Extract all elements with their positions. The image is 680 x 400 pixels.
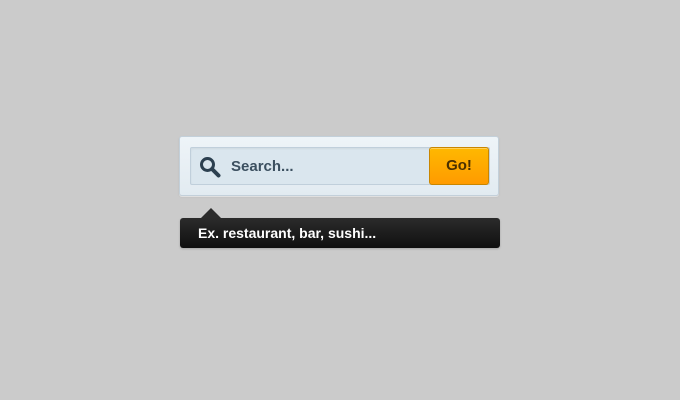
page: Go! Ex. restaurant, bar, sushi...	[0, 0, 680, 400]
tooltip-text: Ex. restaurant, bar, sushi...	[198, 225, 377, 241]
search-icon	[199, 156, 221, 178]
search-panel: Go!	[179, 136, 499, 196]
search-input[interactable]	[231, 149, 421, 183]
tooltip-arrow	[201, 208, 221, 218]
search-hint-tooltip: Ex. restaurant, bar, sushi...	[180, 208, 500, 248]
go-button[interactable]: Go!	[429, 147, 489, 185]
